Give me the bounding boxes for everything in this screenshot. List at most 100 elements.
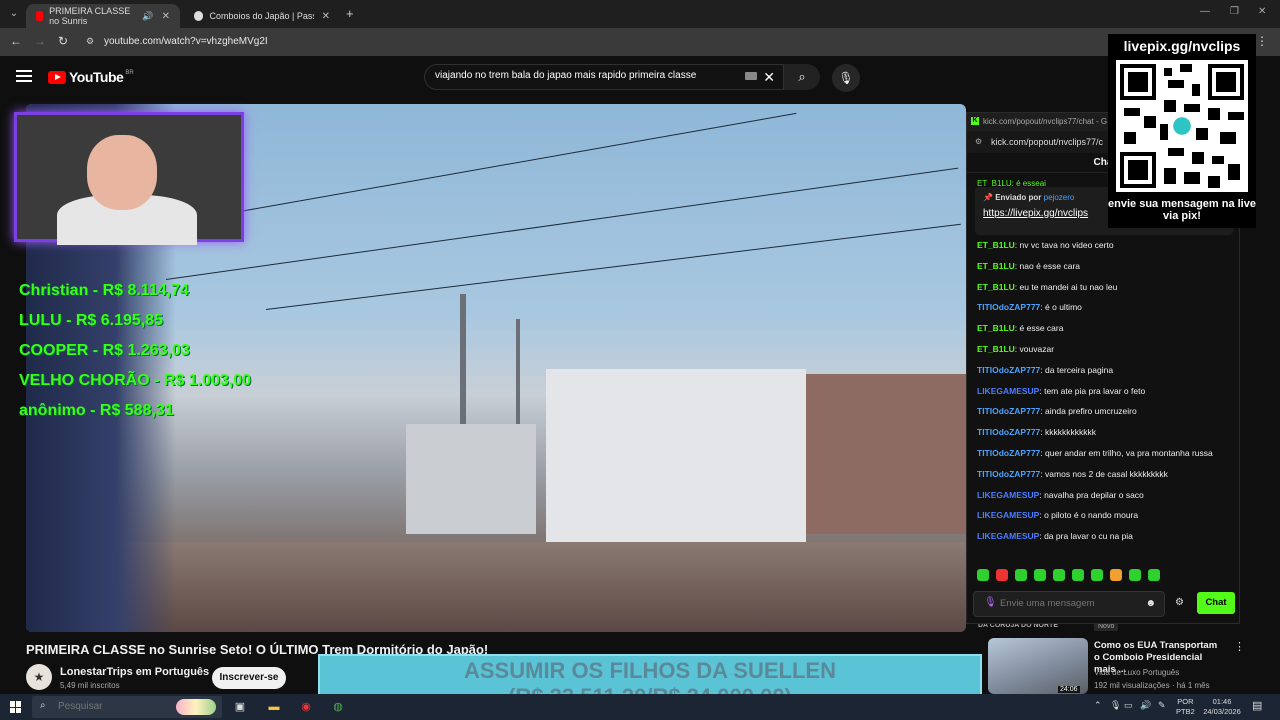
mic-icon[interactable]: 🎙 — [984, 597, 997, 608]
pix-qr-overlay: livepix.gg/nvclips envie sua mensagem na… — [1108, 34, 1256, 228]
close-icon[interactable]: ✕ — [322, 11, 330, 22]
notification-icon[interactable]: ▤ — [1252, 699, 1262, 712]
search-icon: ⌕ — [40, 700, 46, 711]
site-info-icon[interactable]: ⚙ — [975, 137, 982, 146]
emote-icon[interactable] — [996, 569, 1008, 581]
channel-name[interactable]: LonestarTrips em Português — [60, 666, 209, 678]
chat-input[interactable] — [1000, 598, 1130, 609]
chat-text: ainda prefiro umcruzeiro — [1045, 406, 1137, 417]
window-close-button[interactable]: ✕ — [1258, 6, 1266, 17]
chat-text: da pra lavar o cu na pia — [1044, 531, 1133, 542]
chat-username[interactable]: TITIOdoZAP777 — [977, 302, 1040, 312]
subscribe-button[interactable]: Inscrever-se — [212, 667, 286, 689]
site-info-icon[interactable]: ⚙ — [86, 36, 98, 48]
chat-username[interactable]: LIKEGAMESUP — [977, 531, 1039, 541]
tab-search-icon[interactable]: ⌄ — [6, 6, 22, 22]
tray-chevron-icon[interactable]: ⌃ — [1094, 700, 1102, 711]
emote-icon[interactable] — [977, 569, 989, 581]
emote-icon[interactable] — [1091, 569, 1103, 581]
keyboard-icon[interactable] — [745, 72, 757, 80]
volume-icon[interactable]: 🔊 — [1140, 700, 1151, 711]
new-tab-button[interactable]: + — [346, 6, 354, 21]
language-indicator[interactable]: POR PTB2 — [1176, 697, 1195, 717]
more-options-icon[interactable]: ⋮ — [1234, 640, 1245, 653]
file-explorer-icon[interactable]: ▬ — [266, 699, 282, 715]
mic-icon: 🎙 — [838, 71, 854, 85]
chat-username[interactable]: ET_B1LU — [977, 282, 1015, 292]
chrome-icon[interactable]: ◍ — [330, 699, 346, 715]
donor-entry: COOPER - R$ 1.263,03 — [19, 342, 190, 359]
network-icon[interactable]: ▭ — [1124, 700, 1133, 711]
tab-comboios[interactable]: Comboios do Japão | Passagem ✕ — [184, 4, 340, 28]
building — [546, 369, 806, 544]
chat-message: ET_B1LU: nv vc tava no video certo — [977, 240, 1114, 250]
emote-icon[interactable] — [1034, 569, 1046, 581]
emote-icon[interactable] — [1015, 569, 1027, 581]
youtube-favicon-icon — [36, 11, 44, 21]
pinned-sender[interactable]: pejozero — [1044, 193, 1075, 202]
channel-avatar[interactable]: ★ — [26, 664, 52, 690]
chat-settings-icon[interactable]: ⚙ — [1175, 597, 1184, 608]
donor-entry: LULU - R$ 6.195,85 — [19, 312, 164, 329]
emote-icon[interactable] — [1053, 569, 1065, 581]
browser-tab-bar: ⌄ PRIMEIRA CLASSE no Sunris 🔊 ✕ Comboios… — [0, 0, 1280, 28]
chat-message: LIKEGAMESUP: o piloto é o nando moura — [977, 510, 1139, 521]
search-button[interactable]: ⌕ — [784, 64, 820, 90]
menu-icon[interactable] — [16, 70, 32, 82]
clear-search-icon[interactable]: ✕ — [763, 69, 775, 86]
emote-icon[interactable] — [1148, 569, 1160, 581]
browser-menu-icon[interactable]: ⋮ — [1256, 34, 1268, 48]
chat-text: eu te mandei ai tu nao leu — [1019, 281, 1118, 292]
chat-text: da terceira pagina — [1045, 364, 1114, 375]
emote-icon[interactable] — [1129, 569, 1141, 581]
minimize-button[interactable]: — — [1200, 6, 1210, 17]
chat-username[interactable]: LIKEGAMESUP — [977, 386, 1039, 396]
emote-icon[interactable] — [1072, 569, 1084, 581]
maximize-button[interactable]: ❐ — [1230, 6, 1239, 17]
kick-logo-icon: K — [971, 117, 979, 125]
chat-username[interactable]: TITIOdoZAP777 — [977, 427, 1040, 437]
forward-button[interactable]: → — [34, 34, 46, 48]
youtube-logo[interactable]: YouTube BR — [48, 69, 134, 85]
rec-channel[interactable]: Vida de Luxo Português — [1094, 668, 1179, 677]
chat-username[interactable]: LIKEGAMESUP — [977, 490, 1039, 500]
url-field[interactable]: youtube.com/watch?v=vhzgheMVg2I — [104, 36, 268, 47]
pen-icon[interactable]: ✎ — [1158, 700, 1166, 711]
chat-username[interactable]: ET_B1LU — [977, 344, 1015, 354]
close-icon[interactable]: ✕ — [162, 11, 170, 22]
logo-text: YouTube — [69, 69, 124, 85]
chat-text: é esse cara — [1019, 323, 1064, 334]
emoji-icon[interactable]: ☻ — [1145, 598, 1156, 609]
windows-start-icon[interactable] — [10, 701, 22, 713]
emote-icon[interactable] — [1110, 569, 1122, 581]
chat-username[interactable]: TITIOdoZAP777 — [977, 365, 1040, 375]
chat-url[interactable]: kick.com/popout/nvclips77/c — [991, 137, 1103, 147]
chat-username[interactable]: ET_B1LU — [977, 240, 1015, 250]
voice-search-button[interactable]: 🎙 — [832, 64, 860, 92]
chat-message: LIKEGAMESUP: tem ate pia pra lavar o fet… — [977, 385, 1146, 396]
chat-username[interactable]: ET_B1LU — [977, 261, 1015, 271]
chat-username[interactable]: TITIOdoZAP777 — [977, 406, 1040, 416]
obs-icon[interactable]: ◉ — [298, 699, 314, 715]
task-view-icon[interactable]: ▣ — [232, 699, 248, 715]
chat-message: LIKEGAMESUP: navalha pra depilar o saco — [977, 489, 1144, 500]
chat-message: LIKEGAMESUP: da pra lavar o cu na pia — [977, 531, 1133, 542]
taskbar-clock[interactable]: 01:46 24/03/2026 — [1200, 697, 1244, 717]
keyboard-layout: PTB2 — [1176, 707, 1195, 716]
reload-button[interactable]: ↻ — [58, 34, 68, 48]
speaker-icon[interactable]: 🔊 — [142, 11, 153, 22]
chat-text: vouvazar — [1019, 343, 1055, 354]
chat-send-button[interactable]: Chat — [1197, 592, 1235, 614]
microphone-icon[interactable]: 🎙 — [1110, 700, 1121, 711]
chat-username[interactable]: LIKEGAMESUP — [977, 510, 1039, 520]
chat-text: vamos nos 2 de casal kkkkkkkkk — [1045, 468, 1168, 479]
search-input[interactable] — [435, 70, 735, 81]
back-button[interactable]: ← — [10, 34, 22, 48]
taskbar-search-input[interactable] — [58, 701, 158, 712]
chat-username[interactable]: TITIOdoZAP777 — [977, 469, 1040, 479]
chat-username[interactable]: ET_B1LU — [977, 323, 1015, 333]
taskbar-search[interactable]: ⌕ — [32, 696, 222, 718]
chat-username[interactable]: TITIOdoZAP777 — [977, 448, 1040, 458]
tab-youtube[interactable]: PRIMEIRA CLASSE no Sunris 🔊 ✕ — [26, 4, 180, 28]
qr-code — [1116, 60, 1248, 192]
